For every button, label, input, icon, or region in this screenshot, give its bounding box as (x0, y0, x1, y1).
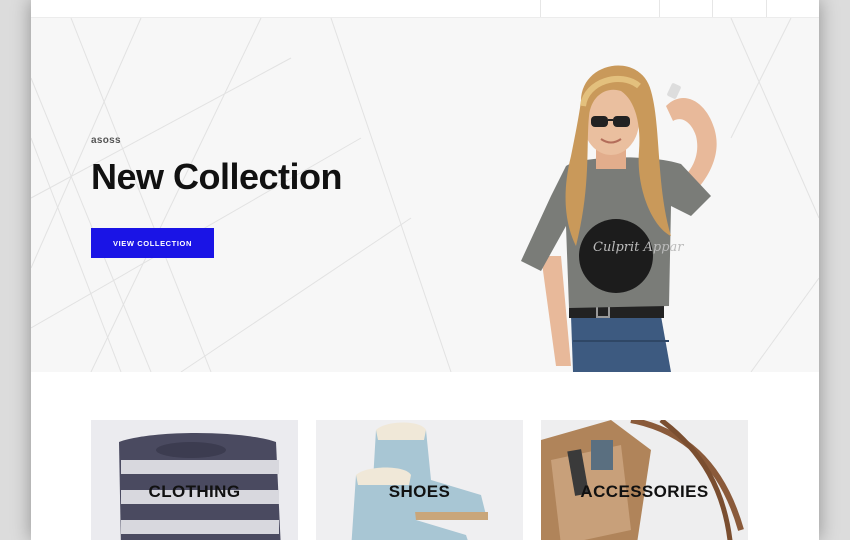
shirt-print-text: Culprit Appar (593, 240, 684, 255)
accessories-image (541, 420, 748, 540)
shoes-image (316, 420, 523, 540)
hero-brand-label: asoss (91, 135, 121, 146)
category-card-clothing[interactable]: CLOTHING (91, 420, 298, 540)
nav-divider (540, 0, 541, 17)
category-label-shoes: SHOES (388, 482, 451, 501)
nav-divider (659, 0, 660, 17)
category-label-clothing: CLOTHING (148, 482, 241, 501)
hero-model-image: Culprit Appar (521, 65, 717, 372)
category-card-accessories[interactable]: ACCESSORIES (541, 420, 748, 540)
hero-title: New Collection (91, 156, 343, 197)
nav-divider (766, 0, 767, 17)
sweater-image (91, 420, 298, 540)
category-card-shoes[interactable]: SHOES (316, 420, 523, 540)
hero-banner: asoss New Collection VIEW COLLECTION Cul… (31, 18, 819, 372)
view-collection-button[interactable]: VIEW COLLECTION (91, 228, 214, 258)
page-container: asoss New Collection VIEW COLLECTION Cul… (31, 0, 819, 540)
nav-divider (712, 0, 713, 17)
top-navigation-bar (31, 0, 819, 18)
category-label-accessories: ACCESSORIES (580, 482, 709, 501)
category-section: CLOTHING SHOES ACCESSORIES (31, 372, 819, 540)
